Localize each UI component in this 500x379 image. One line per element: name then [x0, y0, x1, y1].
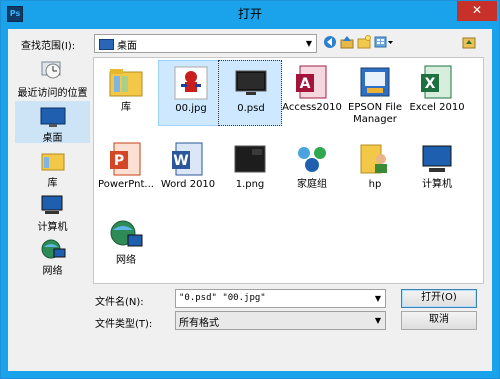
place-computer[interactable]: 计算机	[15, 191, 90, 233]
new-folder-icon	[357, 35, 371, 49]
chevron-down-icon[interactable]: ▼	[371, 312, 385, 329]
cancel-button[interactable]: 取消	[401, 311, 477, 330]
look-in-value: 桌面	[117, 41, 137, 52]
network-icon	[41, 239, 66, 259]
open-button[interactable]: 打开(O)	[401, 289, 477, 308]
look-in-combo[interactable]: 桌面 ▼	[94, 34, 317, 53]
place-label: 网络	[42, 266, 63, 277]
homegroup-icon	[298, 147, 326, 172]
file-type-label: 文件类型(T):	[95, 319, 153, 330]
title-bar[interactable]: 打开 Ps ✕	[1, 1, 499, 29]
excel-icon: X	[421, 65, 452, 99]
look-in-label: 查找范围(I):	[21, 41, 76, 52]
place-recent[interactable]: 最近访问的位置	[15, 57, 90, 99]
epson-icon	[360, 67, 390, 97]
desktop-small-icon	[99, 39, 114, 50]
dialog-title: 打开	[237, 7, 262, 21]
place-libraries[interactable]: 库	[15, 147, 90, 189]
file-name-field[interactable]: "0.psd" "00.jpg" ▼	[175, 289, 386, 308]
file-name-label: 文件名(N):	[95, 297, 144, 308]
spiderman-image-icon	[174, 66, 208, 100]
file-item[interactable]: 家庭组	[280, 137, 344, 203]
network-icon	[110, 220, 143, 247]
file-item[interactable]: 计算机	[405, 137, 469, 203]
places-bar: 最近访问的位置 桌面 库 计算机 网络	[15, 57, 90, 286]
file-item[interactable]: EPSON File Manager	[343, 60, 407, 126]
close-button[interactable]: ✕	[457, 1, 497, 21]
file-name: 计算机	[422, 179, 452, 190]
photoshop-icon: Ps	[7, 6, 23, 22]
views-icon	[374, 36, 393, 48]
svg-text:X: X	[425, 76, 436, 92]
file-type-value: 所有格式	[179, 318, 219, 329]
folder-up-icon	[462, 37, 476, 49]
file-name: 网络	[116, 255, 136, 266]
file-name-value: "0.psd" "00.jpg"	[179, 293, 266, 303]
up-folder-icon	[340, 36, 354, 49]
file-item[interactable]: W Word 2010	[156, 137, 220, 203]
file-type-select[interactable]: 所有格式 ▼	[175, 311, 386, 330]
chevron-down-icon[interactable]: ▼	[302, 35, 316, 52]
place-label: 计算机	[37, 222, 68, 233]
file-item[interactable]: hp	[343, 137, 407, 203]
file-item[interactable]: 库	[94, 60, 158, 126]
place-desktop[interactable]: 桌面	[15, 101, 90, 144]
file-item[interactable]: 1.png	[218, 137, 282, 203]
user-folder-icon	[360, 144, 387, 174]
place-label: 桌面	[42, 133, 63, 144]
svg-text:P: P	[114, 153, 124, 169]
dark-image-icon	[234, 145, 266, 173]
place-label: 最近访问的位置	[17, 88, 88, 99]
computer-icon	[41, 195, 63, 214]
libraries-icon	[41, 153, 65, 171]
views-menu-button[interactable]	[374, 35, 394, 49]
file-list[interactable]: 库 00.jpg 0.psd A Access2010 EPSON File M…	[93, 57, 484, 284]
back-button[interactable]	[323, 35, 337, 49]
libraries-folder-icon	[109, 69, 143, 97]
chevron-down-icon[interactable]: ▼	[371, 290, 385, 307]
computer-icon	[422, 145, 452, 172]
place-network[interactable]: 网络	[15, 235, 90, 277]
powerpoint-icon: P	[110, 142, 141, 176]
desktop-icon	[40, 107, 66, 127]
file-item[interactable]: 00.jpg	[158, 60, 222, 126]
file-name: Excel 2010	[409, 102, 465, 113]
back-arrow-icon	[324, 36, 336, 48]
svg-text:A: A	[300, 76, 311, 92]
access-icon: A	[296, 65, 327, 99]
svg-text:W: W	[173, 153, 188, 169]
file-item[interactable]: 0.psd	[218, 60, 282, 126]
new-folder-button[interactable]	[357, 35, 371, 49]
file-item[interactable]: 网络	[94, 213, 158, 279]
place-label: 库	[47, 178, 58, 189]
up-folder-button[interactable]	[340, 35, 354, 49]
word-icon: W	[172, 142, 203, 176]
desktop-folder-button[interactable]	[462, 35, 476, 49]
monitor-image-icon	[235, 70, 267, 95]
file-item[interactable]: P PowerPnt...	[94, 137, 158, 203]
file-item[interactable]: X Excel 2010	[405, 60, 469, 126]
recent-places-icon	[41, 61, 61, 79]
